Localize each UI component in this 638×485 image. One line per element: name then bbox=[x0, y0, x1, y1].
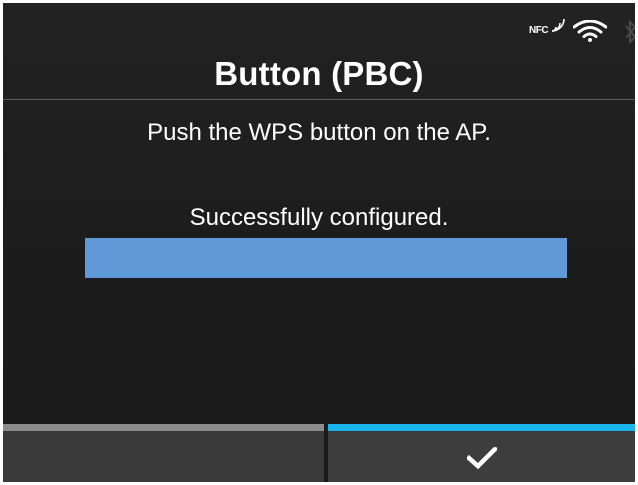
display-panel: NFC Button (PBC) Push the WPS button on … bbox=[3, 3, 635, 482]
nfc-icon: NFC bbox=[529, 25, 549, 36]
bluetooth-icon bbox=[625, 19, 635, 45]
progress-bar bbox=[85, 238, 567, 278]
status-message: Successfully configured. bbox=[189, 204, 449, 231]
printer-display-screen: NFC Button (PBC) Push the WPS button on … bbox=[0, 0, 638, 485]
checkmark-icon bbox=[466, 446, 497, 469]
wifi-icon bbox=[573, 20, 607, 42]
instruction-text: Push the WPS button on the AP. bbox=[147, 119, 491, 146]
softkey-row bbox=[3, 424, 635, 482]
confirm-softkey[interactable] bbox=[328, 424, 635, 482]
nfc-waves-icon bbox=[551, 19, 565, 32]
left-softkey[interactable] bbox=[3, 424, 324, 482]
page-title: Button (PBC) bbox=[214, 55, 424, 92]
title-divider bbox=[3, 99, 635, 100]
progress-bar-fill bbox=[85, 238, 567, 278]
